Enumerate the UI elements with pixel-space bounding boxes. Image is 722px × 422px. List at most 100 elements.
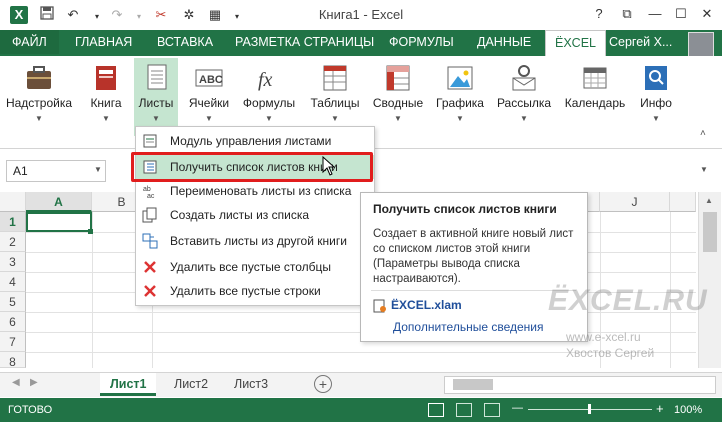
insert-sheets-icon — [142, 233, 158, 249]
book-button[interactable]: Книга ▼ — [84, 58, 128, 136]
chevron-down-icon: ▼ — [102, 114, 110, 123]
name-box[interactable]: A1 — [6, 160, 106, 182]
pivot-icon — [382, 62, 414, 94]
briefcase-icon — [23, 62, 55, 94]
book-label: Книга — [90, 96, 122, 110]
fx-icon: fx — [253, 62, 285, 94]
graphics-label: Графика — [436, 96, 484, 110]
menu-item-label: Вставить листы из другой книги — [170, 234, 347, 248]
info-button[interactable]: Инфо ▼ — [636, 58, 676, 136]
menu-item-insert-sheets[interactable]: Вставить листы из другой книги — [136, 229, 374, 253]
chevron-down-icon: ▼ — [394, 114, 402, 123]
cells-icon: ABC — [193, 62, 225, 94]
sheet-tab-2[interactable]: Лист2 — [164, 373, 218, 395]
column-header-k[interactable] — [670, 192, 696, 212]
scroll-thumb[interactable] — [453, 379, 493, 390]
tab-file[interactable]: ФАЙЛ — [0, 30, 59, 54]
page-layout-view-icon[interactable] — [456, 403, 472, 417]
collapse-ribbon-icon[interactable]: ˄ — [700, 128, 706, 139]
add-sheet-icon[interactable]: + — [314, 375, 332, 393]
tooltip-title: Получить список листов книги — [373, 202, 557, 216]
calendar-button[interactable]: Календарь — [560, 58, 630, 136]
zoom-slider-thumb[interactable] — [588, 404, 591, 414]
picture-icon — [444, 62, 476, 94]
maximize-button[interactable]: ☐ — [668, 4, 694, 24]
normal-view-icon[interactable] — [428, 403, 444, 417]
tab-home[interactable]: ГЛАВНАЯ — [66, 30, 141, 54]
chevron-down-icon: ▼ — [331, 114, 339, 123]
row-header-3[interactable]: 3 — [0, 252, 26, 272]
sheet-tab-1[interactable]: Лист1 — [100, 373, 157, 396]
addin-button[interactable]: Надстройка ▼ — [4, 58, 74, 136]
help-button[interactable]: ? — [586, 4, 612, 24]
row-header-1[interactable]: 1 — [0, 212, 26, 232]
column-header-a[interactable]: A — [26, 192, 92, 212]
column-header-j[interactable]: J — [600, 192, 670, 212]
row-header-2[interactable]: 2 — [0, 232, 26, 252]
chevron-down-icon: ▼ — [456, 114, 464, 123]
watermark-site: www.e-xcel.ru — [566, 330, 641, 344]
formulas-label: Формулы — [242, 96, 296, 110]
tab-excel[interactable]: ЁXCEL — [545, 30, 606, 57]
ribbon-display-button[interactable]: ⧉ — [614, 4, 640, 24]
tab-page-layout[interactable]: РАЗМЕТКА СТРАНИЦЫ — [226, 30, 383, 54]
ribbon-tabs: ФАЙЛ ГЛАВНАЯ ВСТАВКА РАЗМЕТКА СТРАНИЦЫ Ф… — [0, 30, 722, 58]
user-name[interactable]: Сергей Х... — [600, 30, 681, 54]
tables-button[interactable]: Таблицы ▼ — [306, 58, 364, 136]
menu-item-rename-sheets[interactable]: ab ac Переименовать листы из списка — [136, 179, 374, 203]
scroll-thumb[interactable] — [703, 212, 717, 252]
row-header-7[interactable]: 7 — [0, 332, 26, 352]
zoom-level[interactable]: 100% — [674, 404, 702, 416]
graphics-button[interactable]: Графика ▼ — [432, 58, 488, 136]
sheets-label: Листы — [138, 96, 174, 110]
status-ready: ГОТОВО — [8, 404, 53, 416]
page-break-view-icon[interactable] — [484, 403, 500, 417]
minimize-button[interactable]: — — [642, 4, 668, 24]
prev-sheet-icon[interactable]: ◀ — [12, 377, 20, 388]
row-header-5[interactable]: 5 — [0, 292, 26, 312]
cells-button[interactable]: ABC Ячейки ▼ — [184, 58, 234, 136]
table-icon — [319, 62, 351, 94]
tab-insert[interactable]: ВСТАВКА — [148, 30, 222, 54]
row-header-8[interactable]: 8 — [0, 352, 26, 369]
expand-formula-icon[interactable]: ▼ — [700, 165, 708, 174]
mailing-button[interactable]: Рассылка ▼ — [494, 58, 554, 136]
zoom-in-button[interactable]: + — [656, 401, 664, 416]
addin-label: Надстройка — [5, 96, 73, 110]
status-bar: ГОТОВО — + 100% — [0, 398, 722, 422]
create-sheets-icon — [142, 207, 158, 223]
pivot-button[interactable]: Сводные ▼ — [370, 58, 426, 136]
tooltip-addin-name: ЁXCEL.xlam — [391, 298, 462, 312]
watermark-logo: ЁXCEL.RU — [548, 284, 708, 317]
menu-item-label: Удалить все пустые столбцы — [170, 260, 332, 274]
menu-item-create-sheets[interactable]: Создать листы из списка — [136, 203, 374, 227]
avatar[interactable] — [688, 32, 714, 58]
horizontal-scrollbar[interactable] — [444, 376, 716, 394]
sheet-manager-icon — [142, 133, 158, 149]
close-button[interactable]: ✕ — [694, 4, 720, 24]
menu-item-sheet-manager[interactable]: Модуль управления листами — [136, 129, 374, 153]
select-all-corner[interactable] — [0, 192, 26, 212]
tab-data[interactable]: ДАННЫЕ — [468, 30, 540, 54]
row-header-4[interactable]: 4 — [0, 272, 26, 292]
vertical-scrollbar[interactable]: ▲ — [698, 192, 721, 368]
info-label: Инфо — [640, 96, 672, 110]
tab-formulas[interactable]: ФОРМУЛЫ — [380, 30, 463, 54]
chevron-down-icon[interactable]: ▼ — [94, 165, 102, 174]
active-cell-a1[interactable] — [26, 212, 92, 232]
chevron-down-icon: ▼ — [152, 114, 160, 123]
scroll-up-icon[interactable]: ▲ — [705, 196, 713, 205]
sheet-tab-3[interactable]: Лист3 — [224, 373, 278, 395]
next-sheet-icon[interactable]: ▶ — [30, 377, 38, 388]
sheets-button[interactable]: Листы ▼ — [134, 58, 178, 136]
row-header-6[interactable]: 6 — [0, 312, 26, 332]
gridline — [92, 212, 93, 368]
tooltip-more-info-link[interactable]: Дополнительные сведения — [393, 320, 543, 334]
zoom-out-button[interactable]: — — [512, 402, 523, 414]
chevron-down-icon: ▼ — [265, 114, 273, 123]
pivot-label: Сводные — [372, 96, 424, 110]
menu-item-delete-empty-columns[interactable]: Удалить все пустые столбцы — [136, 255, 374, 279]
fill-handle[interactable] — [88, 229, 93, 234]
formulas-button[interactable]: fx Формулы ▼ — [240, 58, 298, 136]
menu-item-delete-empty-rows[interactable]: Удалить все пустые строки — [136, 279, 374, 303]
